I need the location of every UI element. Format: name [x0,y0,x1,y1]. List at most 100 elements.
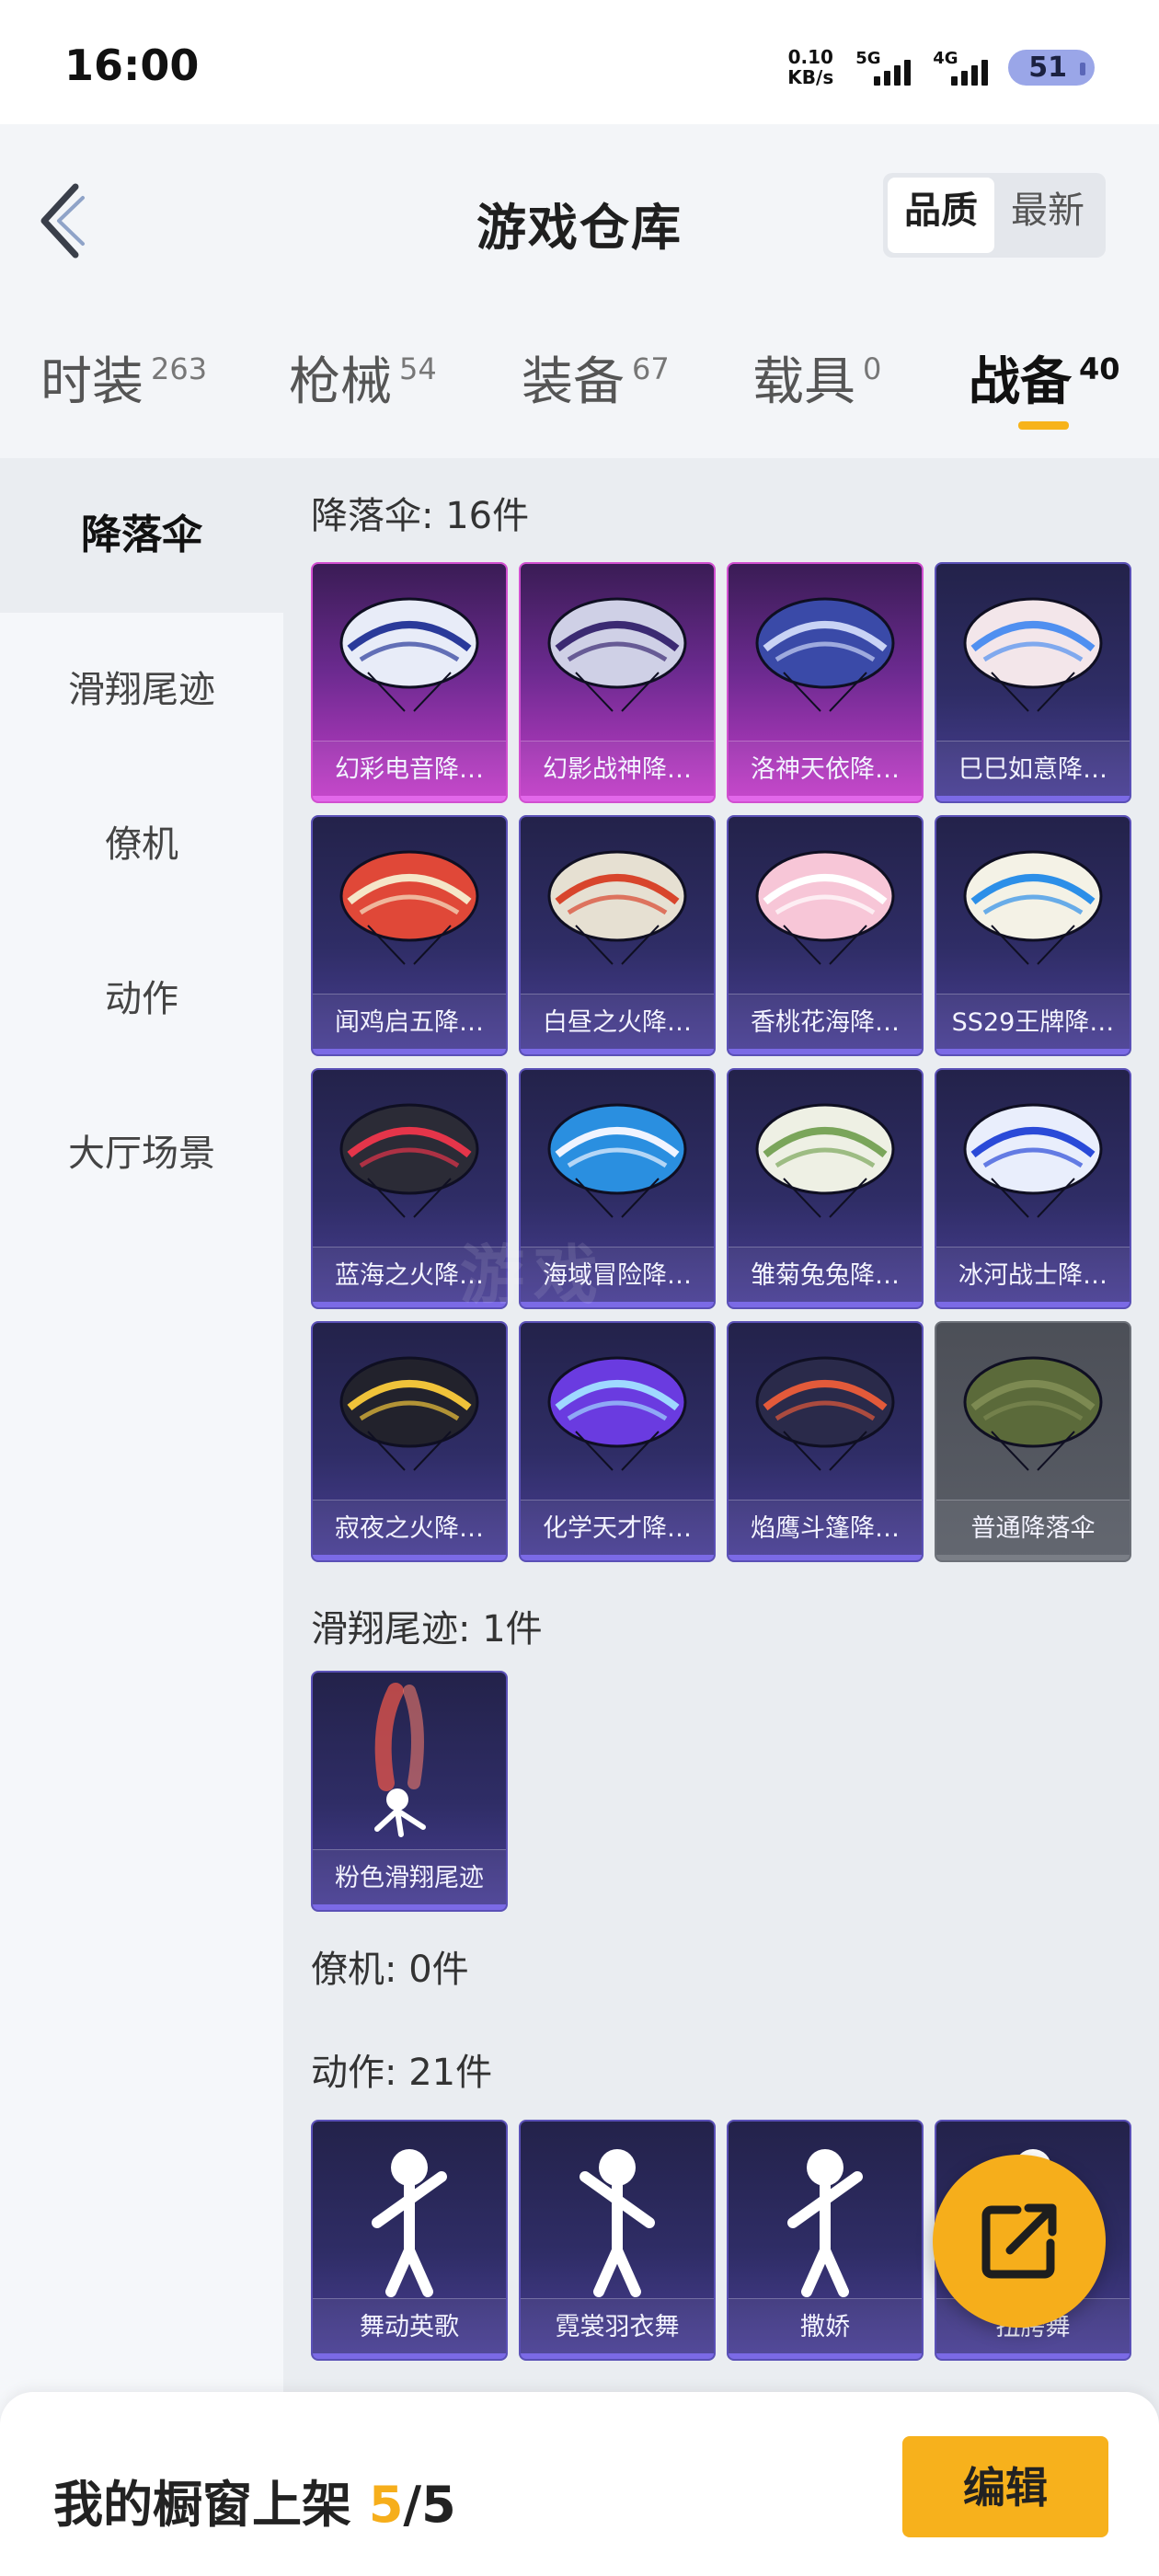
parachute-icon [963,1356,1103,1471]
parachute-card[interactable]: 雏菊兔兔降… [727,1068,924,1309]
shelf-status: 我的橱窗上架 5/5 [53,2464,456,2536]
sidebar-item-trail[interactable]: 滑翔尾迹 [0,613,283,767]
parachute-card[interactable]: 化学天才降… [519,1321,716,1562]
tab-label: 时装 [40,352,143,412]
parachute-card-label: 寂夜之火降… [313,1500,506,1560]
parachute-card[interactable]: 闻鸡启五降… [311,815,508,1056]
parachute-icon [339,1356,479,1471]
emote-figure-icon [372,2149,447,2297]
parachute-card-label: 巳巳如意降… [936,741,1130,801]
parachute-card[interactable]: 白昼之火降… [519,815,716,1056]
net-speed: 0.10 KB/s [787,47,833,87]
section-title-parachute: 降落伞: 16件 [311,495,530,537]
parachute-icon [755,597,895,712]
parachute-icon [963,1103,1103,1218]
watermark: 游戏 [460,1237,607,1313]
emote-card-label: 舞动英歌 [313,2298,506,2359]
header: 游戏仓库 品质 最新 [0,124,1159,294]
parachute-icon [547,597,687,712]
tab-costume[interactable]: 时装 263 [40,340,207,415]
tab-label: 载具 [752,352,855,412]
parachute-card-label: 普通降落伞 [936,1500,1130,1560]
bottom-bar: 我的橱窗上架 5/5 编辑 [0,2392,1159,2576]
parachute-card-label: 化学天才降… [521,1500,714,1560]
tab-vehicles[interactable]: 载具 0 [752,340,881,415]
tab-equipment[interactable]: 装备 67 [522,340,670,415]
share-icon [981,2203,1057,2279]
parachute-card[interactable]: 焰鹰斗篷降… [727,1321,924,1562]
sort-quality-button[interactable]: 品质 [888,178,994,253]
net-speed-value: 0.10 [787,46,833,68]
parachute-card[interactable]: 洛神天依降… [727,562,924,803]
parachute-icon [547,1103,687,1218]
parachute-card-label: 香桃花海降… [729,994,922,1054]
edit-button[interactable]: 编辑 [902,2436,1108,2537]
parachute-card-label: 白昼之火降… [521,994,714,1054]
sidebar-item-emote[interactable]: 动作 [0,922,283,1076]
parachute-icon [547,850,687,965]
signal-4g-label: 4G [933,49,958,68]
net-speed-unit: KB/s [787,66,834,88]
parachute-icon [547,1356,687,1471]
signal-5g-icon: 5G [854,49,912,86]
sidebar-item-parachute[interactable]: 降落伞 [0,458,283,613]
sidebar-item-wingman[interactable]: 僚机 [0,767,283,922]
emote-figure-icon [787,2149,863,2297]
sort-toggle: 品质 最新 [883,173,1106,258]
tab-count: 40 [1079,351,1120,387]
parachute-icon [755,1356,895,1471]
parachute-icon [755,850,895,965]
signal-5g-label: 5G [855,49,881,68]
parachute-card[interactable]: 寂夜之火降… [311,1321,508,1562]
parachute-icon [755,1103,895,1218]
shelf-label: 我的橱窗上架 [53,2476,351,2534]
shelf-total: /5 [403,2476,456,2534]
parachute-icon [339,850,479,965]
trail-card[interactable]: 粉色滑翔尾迹 [311,1671,508,1912]
section-title-wingman: 僚机: 0件 [311,1949,469,1991]
tab-count: 67 [632,351,670,387]
parachute-card-label: 冰河战士降… [936,1247,1130,1307]
parachute-card-label: 焰鹰斗篷降… [729,1500,922,1560]
parachute-card-label: 洛神天依降… [729,741,922,801]
sidebar-item-lobby-scene[interactable]: 大厅场景 [0,1076,283,1231]
parachute-card-label: 幻彩电音降… [313,741,506,801]
emote-card-label: 霓裳羽衣舞 [521,2298,714,2359]
parachute-card[interactable]: 普通降落伞 [935,1321,1131,1562]
tab-count: 54 [399,351,437,387]
parachute-icon [339,1103,479,1218]
parachute-card[interactable]: 幻影战神降… [519,562,716,803]
tab-label: 枪械 [289,352,392,412]
emote-card-label: 撒娇 [729,2298,922,2359]
battery-icon: 51 [1008,49,1095,86]
section-title-emote: 动作: 21件 [311,2052,493,2094]
share-fab-button[interactable] [933,2155,1106,2328]
signal-4g-icon: 4G [931,49,989,86]
sort-newest-button[interactable]: 最新 [994,178,1101,253]
shelf-count: 5 [368,2476,404,2534]
tab-weapons[interactable]: 枪械 54 [289,340,437,415]
parachute-card[interactable]: 巳巳如意降… [935,562,1131,803]
emote-card[interactable]: 霓裳羽衣舞 [519,2120,716,2361]
parachute-card[interactable]: SS29王牌降… [935,815,1131,1056]
emote-figure-icon [580,2149,655,2297]
tab-combat-gear[interactable]: 战备 40 [969,340,1120,415]
tab-label: 战备 [969,352,1072,412]
status-bar: 16:00 0.10 KB/s 5G 4G 51 [0,0,1159,124]
parachute-card-label: SS29王牌降… [936,994,1130,1054]
parachute-icon [963,850,1103,965]
emote-card[interactable]: 撒娇 [727,2120,924,2361]
trail-card-label: 粉色滑翔尾迹 [313,1849,506,1910]
tab-count: 0 [863,351,882,387]
parachute-icon [963,597,1103,712]
status-time: 16:00 [64,40,200,90]
section-title-trail: 滑翔尾迹: 1件 [311,1608,543,1650]
parachute-card[interactable]: 香桃花海降… [727,815,924,1056]
parachute-card[interactable]: 冰河战士降… [935,1068,1131,1309]
parachute-card[interactable]: 幻彩电音降… [311,562,508,803]
parachute-card-label: 雏菊兔兔降… [729,1247,922,1307]
emote-card[interactable]: 舞动英歌 [311,2120,508,2361]
parachute-icon [339,597,479,712]
tab-count: 263 [151,351,208,387]
active-tab-indicator [1018,421,1069,430]
